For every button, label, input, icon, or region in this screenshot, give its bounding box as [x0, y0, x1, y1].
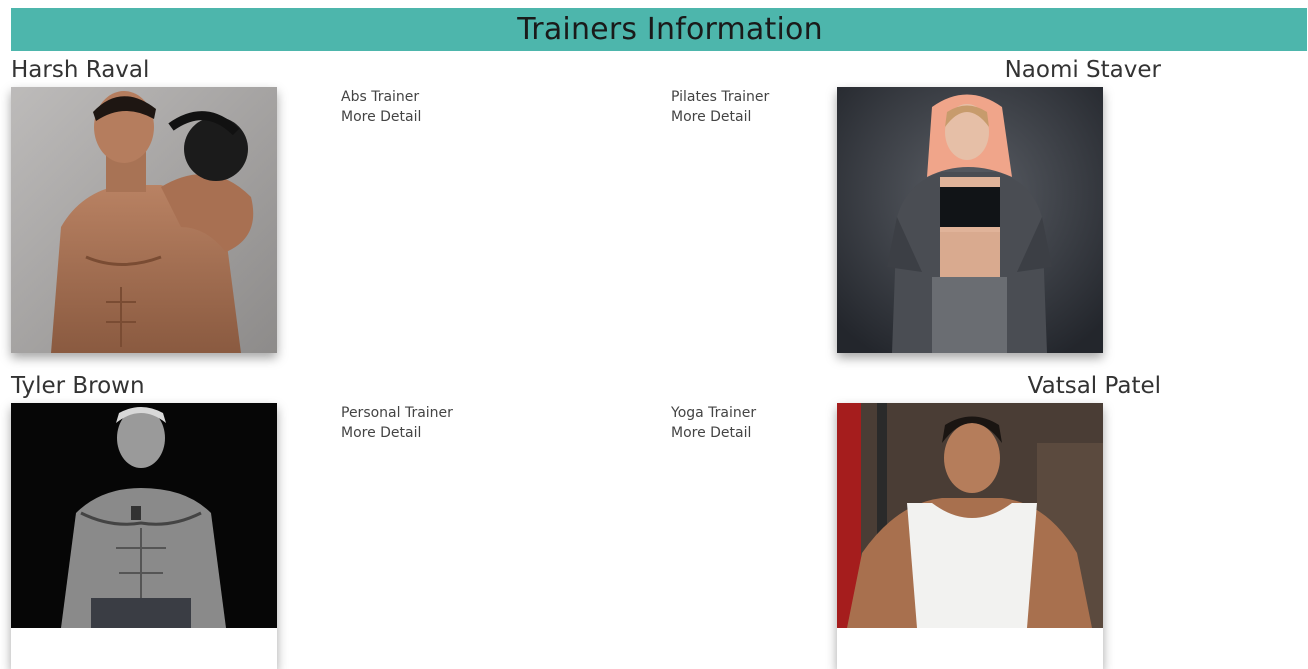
page-header: Trainers Information	[11, 8, 1307, 51]
trainer-info: Pilates Trainer More Detail	[671, 87, 769, 127]
trainer-name: Harsh Raval	[11, 57, 150, 83]
trainer-photo	[11, 87, 277, 353]
trainer-name: Tyler Brown	[11, 373, 145, 399]
trainer-name: Vatsal Patel	[1027, 373, 1161, 399]
more-detail-link[interactable]: More Detail	[341, 423, 453, 443]
trainer-info: Abs Trainer More Detail	[341, 87, 421, 127]
trainer-info: Personal Trainer More Detail	[341, 403, 453, 443]
more-detail-link[interactable]: More Detail	[671, 423, 756, 443]
trainer-photo	[837, 87, 1103, 353]
trainer-role: Personal Trainer	[341, 405, 453, 421]
trainer-photo	[837, 403, 1103, 669]
page-title: Trainers Information	[517, 12, 823, 47]
trainer-role: Abs Trainer	[341, 89, 420, 105]
trainer-info: Yoga Trainer More Detail	[671, 403, 756, 443]
more-detail-link[interactable]: More Detail	[341, 107, 421, 127]
trainer-role: Yoga Trainer	[671, 405, 757, 421]
trainer-role: Pilates Trainer	[671, 89, 770, 105]
more-detail-link[interactable]: More Detail	[671, 107, 769, 127]
trainer-photo	[11, 403, 277, 669]
trainer-name: Naomi Staver	[1004, 57, 1161, 83]
